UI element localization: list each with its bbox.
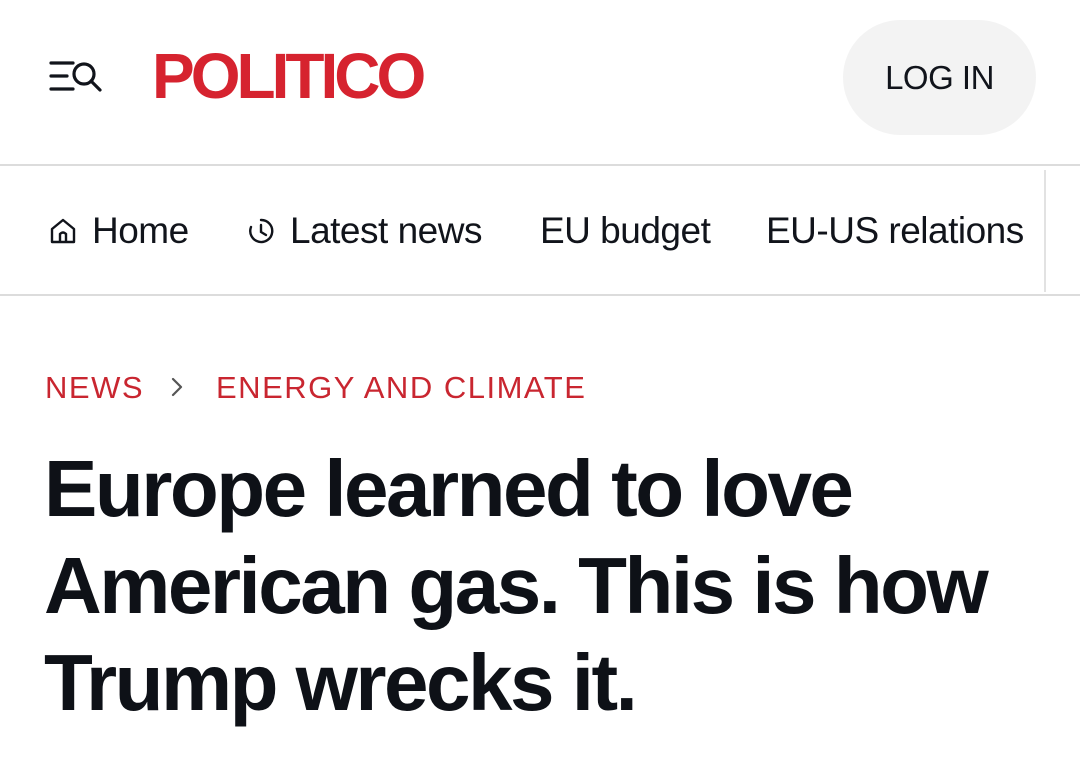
nav-item-eu-us-relations[interactable]: EU-US relations xyxy=(766,166,1024,296)
home-icon xyxy=(50,218,76,244)
section-nav: Home Latest news EU budget EU-US relatio… xyxy=(0,166,1080,296)
nav-item-label: Home xyxy=(92,210,189,251)
nav-item-label: EU-US relations xyxy=(766,210,1024,251)
site-header: POLITICO LOG IN xyxy=(0,0,1080,166)
clock-icon xyxy=(249,218,274,244)
breadcrumb-energy-climate[interactable]: ENERGY AND CLIMATE xyxy=(216,370,586,406)
nav-item-label: Latest news xyxy=(290,210,482,251)
nav-item-eu-budget[interactable]: EU budget xyxy=(540,166,711,296)
menu-search-icon[interactable] xyxy=(48,58,104,98)
login-button[interactable]: LOG IN xyxy=(843,20,1036,135)
nav-scroll-edge xyxy=(1044,170,1046,292)
nav-item-label: EU budget xyxy=(540,210,711,251)
nav-item-latest-news[interactable]: Latest news xyxy=(246,166,482,296)
breadcrumb-news[interactable]: NEWS xyxy=(45,370,144,406)
nav-item-home[interactable]: Home xyxy=(48,166,189,296)
chevron-right-icon xyxy=(170,370,184,406)
politico-logo[interactable]: POLITICO xyxy=(152,38,426,114)
article-headline: Europe learned to love American gas. Thi… xyxy=(44,444,989,727)
breadcrumb: NEWS ENERGY AND CLIMATE xyxy=(45,366,586,410)
nav-divider xyxy=(0,294,1080,296)
